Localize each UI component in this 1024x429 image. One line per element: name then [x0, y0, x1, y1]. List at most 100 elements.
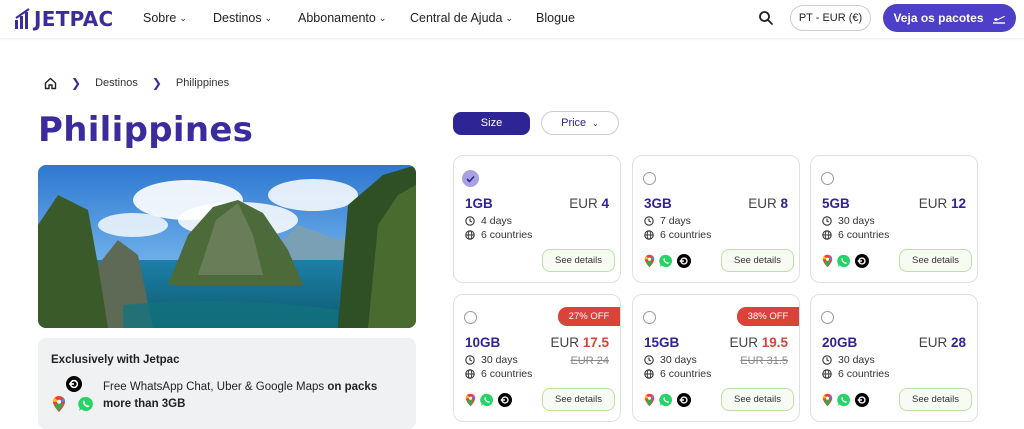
package-radio[interactable] — [821, 172, 834, 185]
package-price: EUR 28 — [918, 335, 966, 350]
globe-icon — [465, 369, 475, 379]
nav-item-blogue[interactable]: Blogue — [536, 11, 575, 25]
clock-icon — [644, 216, 654, 226]
original-price: EUR 31.5 — [740, 355, 788, 367]
package-duration: 30 days — [644, 354, 697, 366]
nav-item-central-de-ajuda[interactable]: Central de Ajuda ⌄ — [410, 11, 513, 25]
filter-size-button[interactable]: Size — [453, 112, 530, 135]
package-card[interactable]: 3GB EUR 8 7 days 6 countries See details — [632, 155, 800, 283]
globe-icon — [822, 369, 832, 379]
chevron-right-icon: ❯ — [71, 76, 82, 90]
package-radio-selected[interactable] — [462, 170, 479, 187]
package-card[interactable]: 5GB EUR 12 30 days 6 countries See details — [810, 155, 978, 283]
package-card[interactable]: 20GB EUR 28 30 days 6 countries See details — [810, 294, 978, 422]
landscape-photo — [38, 165, 416, 328]
see-details-button[interactable]: See details — [542, 388, 615, 411]
hero-image — [38, 165, 416, 328]
package-duration: 30 days — [822, 354, 875, 366]
package-duration: 4 days — [465, 215, 512, 227]
whatsapp-icon — [659, 254, 673, 268]
package-countries: 6 countries — [644, 368, 711, 380]
package-price: EUR 17.5 — [550, 335, 609, 350]
package-price: EUR 4 — [569, 196, 609, 211]
see-details-button[interactable]: See details — [899, 249, 972, 272]
uber-icon — [498, 393, 512, 407]
page-title: Philippines — [38, 110, 254, 150]
discount-badge: 27% OFF — [558, 307, 620, 326]
see-details-button[interactable]: See details — [721, 388, 794, 411]
logo-bars-icon — [15, 8, 30, 29]
see-details-button[interactable]: See details — [721, 249, 794, 272]
chevron-down-icon: ⌄ — [264, 12, 273, 23]
package-price: EUR 12 — [918, 196, 966, 211]
google-maps-icon — [644, 254, 655, 268]
included-apps — [822, 254, 869, 268]
jetpac-logo[interactable]: JETPAC — [14, 7, 114, 31]
nav-label: Sobre — [143, 11, 177, 25]
nav-item-abbonamento[interactable]: Abbonamento ⌄ — [298, 11, 386, 25]
language-currency-button[interactable]: PT - EUR (€) — [790, 5, 871, 31]
nav-label: Blogue — [536, 11, 575, 25]
package-size: 15GB — [644, 335, 680, 350]
home-icon[interactable] — [44, 77, 57, 90]
nav-item-sobre[interactable]: Sobre ⌄ — [143, 11, 187, 25]
whatsapp-icon — [837, 254, 851, 268]
included-apps — [644, 254, 691, 268]
package-price: EUR 19.5 — [729, 335, 788, 350]
package-radio[interactable] — [821, 311, 834, 324]
cta-label: Veja os pacotes — [893, 11, 984, 25]
clock-icon — [465, 216, 475, 226]
nav-label: Central de Ajuda — [410, 11, 503, 25]
discount-badge: 38% OFF — [737, 307, 799, 326]
chevron-down-icon: ⌄ — [505, 12, 513, 23]
package-card[interactable]: 1GB EUR 4 4 days 6 countries See details — [453, 155, 621, 283]
package-duration: 30 days — [822, 215, 875, 227]
globe-icon — [822, 230, 832, 240]
package-countries: 6 countries — [465, 368, 532, 380]
breadcrumb: ❯ Destinos ❯ Philippines — [44, 76, 229, 90]
nav-label: Abbonamento — [298, 11, 376, 25]
clock-icon — [822, 355, 832, 365]
package-radio[interactable] — [643, 172, 656, 185]
clock-icon — [822, 216, 832, 226]
see-details-button[interactable]: See details — [899, 388, 972, 411]
checkmark-icon — [466, 175, 475, 183]
chevron-right-icon: ❯ — [151, 76, 162, 90]
chevron-down-icon: ⌄ — [592, 118, 599, 128]
package-size: 5GB — [822, 196, 850, 211]
package-radio[interactable] — [643, 311, 656, 324]
exclusive-description: Free WhatsApp Chat, Uber & Google Maps o… — [103, 381, 378, 410]
see-details-button[interactable]: See details — [542, 249, 615, 272]
uber-icon — [855, 254, 869, 268]
whatsapp-icon — [480, 393, 494, 407]
package-countries: 6 countries — [822, 229, 889, 241]
view-packages-button[interactable]: Veja os pacotes — [883, 4, 1016, 32]
uber-icon — [677, 393, 691, 407]
exclusive-title: Exclusively with Jetpac — [51, 354, 180, 366]
package-price: EUR 8 — [748, 196, 788, 211]
chevron-down-icon: ⌄ — [378, 12, 387, 23]
uber-icon — [677, 254, 691, 268]
included-apps — [644, 393, 691, 407]
package-size: 20GB — [822, 335, 858, 350]
package-duration: 30 days — [465, 354, 518, 366]
google-maps-icon — [822, 393, 833, 407]
nav-item-destinos[interactable]: Destinos ⌄ — [213, 11, 272, 25]
filter-price-label: Price — [561, 117, 587, 129]
whatsapp-icon — [78, 396, 93, 411]
filter-price-dropdown[interactable]: Price ⌄ — [541, 111, 619, 135]
package-size: 3GB — [644, 196, 672, 211]
globe-icon — [644, 230, 654, 240]
google-maps-icon — [53, 396, 65, 412]
globe-icon — [465, 230, 475, 240]
google-maps-icon — [465, 393, 476, 407]
breadcrumb-current: Philippines — [175, 77, 230, 89]
uber-icon — [855, 393, 869, 407]
search-icon[interactable] — [758, 10, 774, 26]
package-size: 10GB — [465, 335, 501, 350]
package-card[interactable]: 38% OFF 15GB EUR 19.5 EUR 31.5 30 days 6 coun… — [632, 294, 800, 422]
package-card[interactable]: 27% OFF 10GB EUR 17.5 EUR 24 30 days 6 countr… — [453, 294, 621, 422]
whatsapp-icon — [837, 393, 851, 407]
breadcrumb-destinos[interactable]: Destinos — [95, 77, 138, 89]
package-radio[interactable] — [464, 311, 477, 324]
